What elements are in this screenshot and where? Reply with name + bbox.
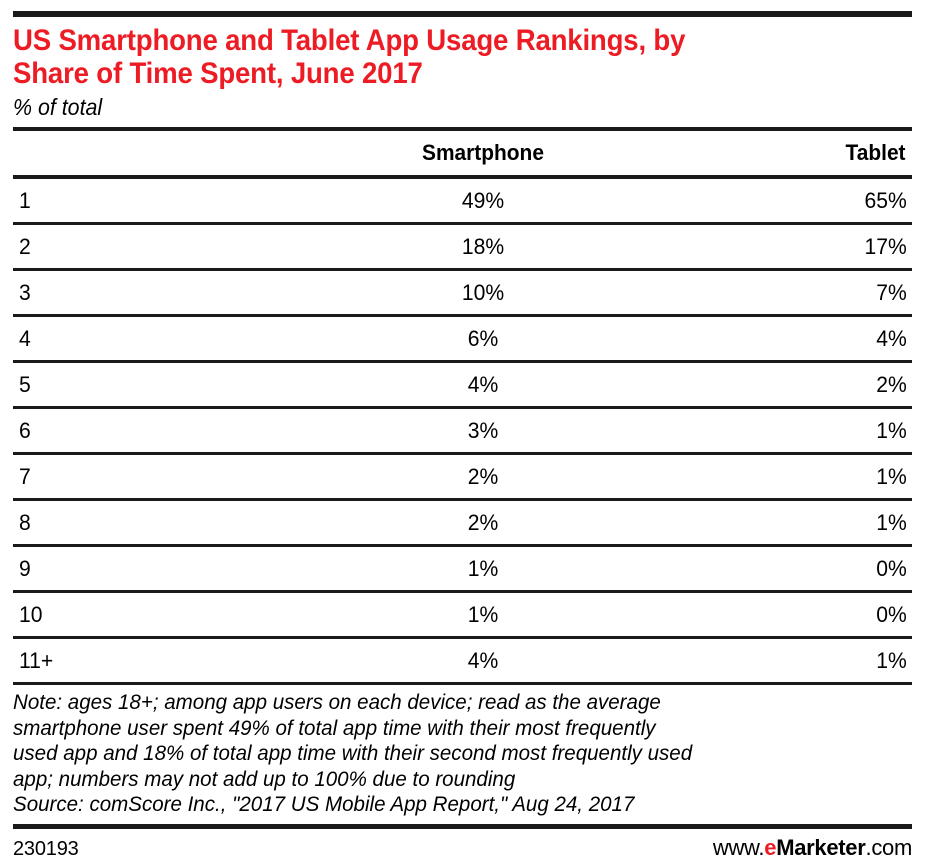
cell-tablet: 0%	[876, 556, 907, 581]
chart-id: 230193	[13, 837, 79, 860]
cell-tablet: 1%	[876, 464, 907, 489]
footer: 230193 www.eMarketer.com	[13, 835, 912, 861]
footer-rule	[13, 823, 912, 829]
cell-rank: 3	[19, 280, 31, 305]
cell-rank: 7	[19, 464, 31, 489]
table-row: 1 49% 65%	[13, 179, 912, 224]
cell-smartphone: 6%	[467, 326, 499, 351]
chart-note: Note: ages 18+; among app users on each …	[13, 690, 693, 791]
cell-tablet: 0%	[876, 602, 907, 627]
column-header-tablet: Tablet	[845, 140, 906, 165]
table-row: 10 1% 0%	[13, 591, 912, 638]
cell-smartphone: 49%	[461, 188, 505, 213]
page-title: US Smartphone and Tablet App Usage Ranki…	[13, 24, 686, 90]
table-row: 5 4% 2%	[13, 361, 912, 408]
top-rule	[13, 11, 912, 17]
cell-rank: 6	[19, 418, 31, 443]
table-body: 1 49% 65% 2 18% 17% 3 10% 7% 4 6% 4% 5 4% 2% 6 3% 1% 7 2% 1%…	[13, 179, 912, 682]
cell-smartphone: 4%	[467, 648, 499, 673]
emarketer-logo[interactable]: www.eMarketer.com	[713, 835, 912, 861]
cell-smartphone: 3%	[467, 418, 499, 443]
table-bottom-rule	[13, 682, 912, 685]
table-header: Smartphone Tablet	[13, 131, 912, 175]
cell-rank: 5	[19, 372, 31, 397]
cell-smartphone: 2%	[467, 464, 499, 489]
table-row: 2 18% 17%	[13, 223, 912, 270]
data-table: Smartphone Tablet	[13, 131, 912, 175]
table-row: 11+ 4% 1%	[13, 637, 912, 683]
emarketer-chart-card: US Smartphone and Tablet App Usage Ranki…	[0, 11, 925, 867]
table-row: 8 2% 1%	[13, 499, 912, 546]
cell-smartphone: 10%	[461, 280, 505, 305]
cell-rank: 9	[19, 556, 31, 581]
cell-rank: 2	[19, 234, 31, 259]
table-row: 7 2% 1%	[13, 453, 912, 500]
table-row: 3 10% 7%	[13, 269, 912, 316]
column-header-smartphone: Smartphone	[422, 140, 544, 165]
column-header-rank	[21, 131, 306, 175]
cell-tablet: 4%	[876, 326, 907, 351]
cell-tablet: 7%	[876, 280, 907, 305]
data-table-body: 1 49% 65% 2 18% 17% 3 10% 7% 4 6% 4% 5 4% 2% 6 3% 1% 7 2% 1%…	[13, 179, 912, 682]
cell-smartphone: 1%	[467, 602, 499, 627]
cell-tablet: 2%	[876, 372, 907, 397]
cell-rank: 11+	[19, 648, 54, 673]
subtitle: % of total	[13, 94, 103, 120]
cell-smartphone: 2%	[467, 510, 499, 535]
cell-tablet: 1%	[876, 418, 907, 443]
cell-rank: 10	[19, 602, 43, 627]
table-row: 6 3% 1%	[13, 407, 912, 454]
cell-tablet: 1%	[876, 510, 907, 535]
cell-tablet: 65%	[864, 188, 907, 213]
table-row: 9 1% 0%	[13, 545, 912, 592]
cell-smartphone: 18%	[461, 234, 505, 259]
cell-rank: 1	[19, 188, 31, 213]
table-row: 4 6% 4%	[13, 315, 912, 362]
chart-source: Source: comScore Inc., "2017 US Mobile A…	[13, 792, 635, 816]
table-header-row: Smartphone Tablet	[13, 131, 912, 175]
cell-tablet: 1%	[876, 648, 907, 673]
cell-rank: 4	[19, 326, 31, 351]
cell-smartphone: 1%	[467, 556, 499, 581]
cell-smartphone: 4%	[467, 372, 499, 397]
cell-tablet: 17%	[864, 234, 907, 259]
cell-rank: 8	[19, 510, 31, 535]
